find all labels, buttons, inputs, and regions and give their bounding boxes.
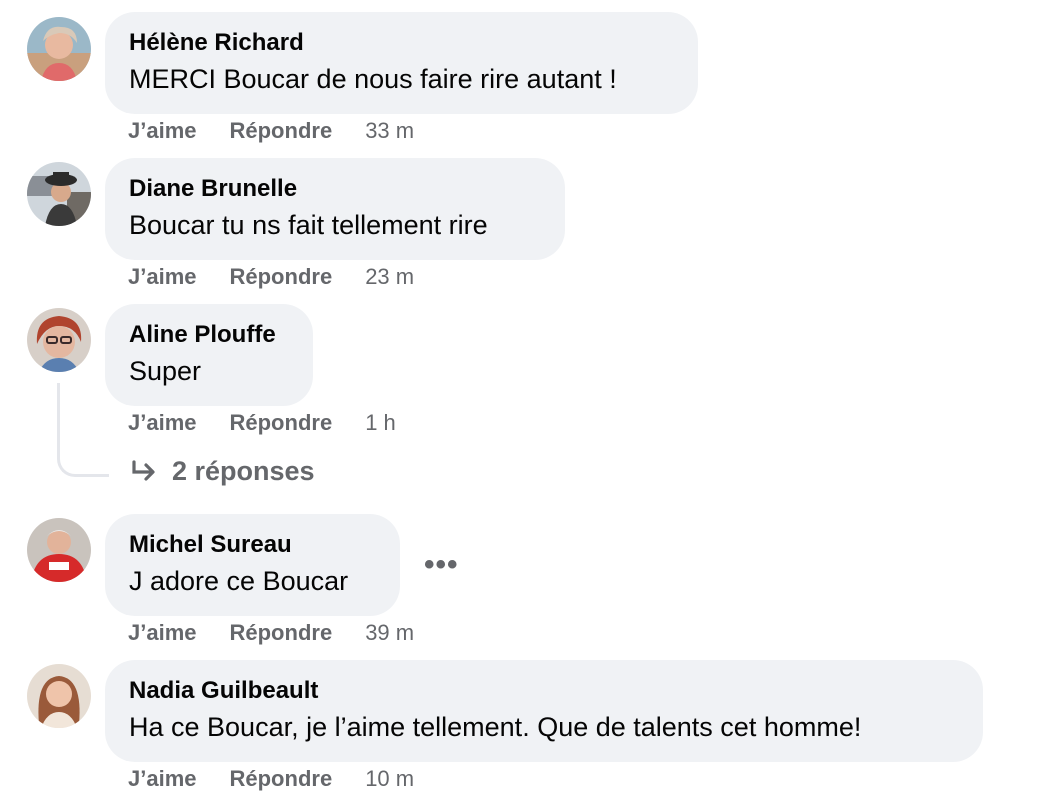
replies-count-label[interactable]: 2 réponses bbox=[172, 456, 315, 487]
comment-text: J adore ce Boucar bbox=[129, 566, 349, 596]
reply-button[interactable]: Répondre bbox=[230, 264, 333, 290]
comment-timestamp[interactable]: 23 m bbox=[365, 264, 414, 290]
reply-button[interactable]: Répondre bbox=[230, 766, 333, 792]
comment-actions: J’aime Répondre 10 m bbox=[128, 766, 414, 792]
like-button[interactable]: J’aime bbox=[128, 264, 197, 290]
comment-text: Super bbox=[129, 356, 202, 386]
thread-connector bbox=[57, 383, 109, 477]
comment-author[interactable]: Michel Sureau bbox=[129, 530, 376, 560]
like-button[interactable]: J’aime bbox=[128, 410, 197, 436]
avatar[interactable] bbox=[27, 518, 91, 582]
comment-timestamp[interactable]: 39 m bbox=[365, 620, 414, 646]
comment-text: MERCI Boucar de nous faire rire autant ! bbox=[129, 64, 617, 94]
reply-button[interactable]: Répondre bbox=[230, 118, 333, 144]
avatar[interactable] bbox=[27, 17, 91, 81]
comment-author[interactable]: Aline Plouffe bbox=[129, 320, 289, 350]
avatar[interactable] bbox=[27, 162, 91, 226]
reply-arrow-icon bbox=[132, 459, 155, 481]
comment-author[interactable]: Nadia Guilbeault bbox=[129, 676, 959, 706]
comment-actions: J’aime Répondre 39 m bbox=[128, 620, 414, 646]
like-button[interactable]: J’aime bbox=[128, 620, 197, 646]
more-options-icon[interactable]: ••• bbox=[424, 548, 459, 582]
comment-bubble: Hélène Richard MERCI Boucar de nous fair… bbox=[105, 12, 698, 114]
like-button[interactable]: J’aime bbox=[128, 766, 197, 792]
comment-actions: J’aime Répondre 1 h bbox=[128, 410, 396, 436]
comment-text: Ha ce Boucar, je l’aime tellement. Que d… bbox=[129, 712, 862, 742]
reply-button[interactable]: Répondre bbox=[230, 620, 333, 646]
comment-timestamp[interactable]: 10 m bbox=[365, 766, 414, 792]
comment-author[interactable]: Diane Brunelle bbox=[129, 174, 541, 204]
comment-actions: J’aime Répondre 33 m bbox=[128, 118, 414, 144]
comment-bubble: Diane Brunelle Boucar tu ns fait telleme… bbox=[105, 158, 565, 260]
avatar[interactable] bbox=[27, 308, 91, 372]
comment-actions: J’aime Répondre 23 m bbox=[128, 264, 414, 290]
view-replies-link[interactable]: 2 réponses bbox=[130, 456, 315, 487]
like-button[interactable]: J’aime bbox=[128, 118, 197, 144]
comment-bubble: Michel Sureau J adore ce Boucar bbox=[105, 514, 400, 616]
comment-text: Boucar tu ns fait tellement rire bbox=[129, 210, 488, 240]
reply-button[interactable]: Répondre bbox=[230, 410, 333, 436]
comment-author[interactable]: Hélène Richard bbox=[129, 28, 674, 58]
comment-bubble: Nadia Guilbeault Ha ce Boucar, je l’aime… bbox=[105, 660, 983, 762]
comment-timestamp[interactable]: 1 h bbox=[365, 410, 396, 436]
comment-timestamp[interactable]: 33 m bbox=[365, 118, 414, 144]
comment-bubble: Aline Plouffe Super bbox=[105, 304, 313, 406]
avatar[interactable] bbox=[27, 664, 91, 728]
